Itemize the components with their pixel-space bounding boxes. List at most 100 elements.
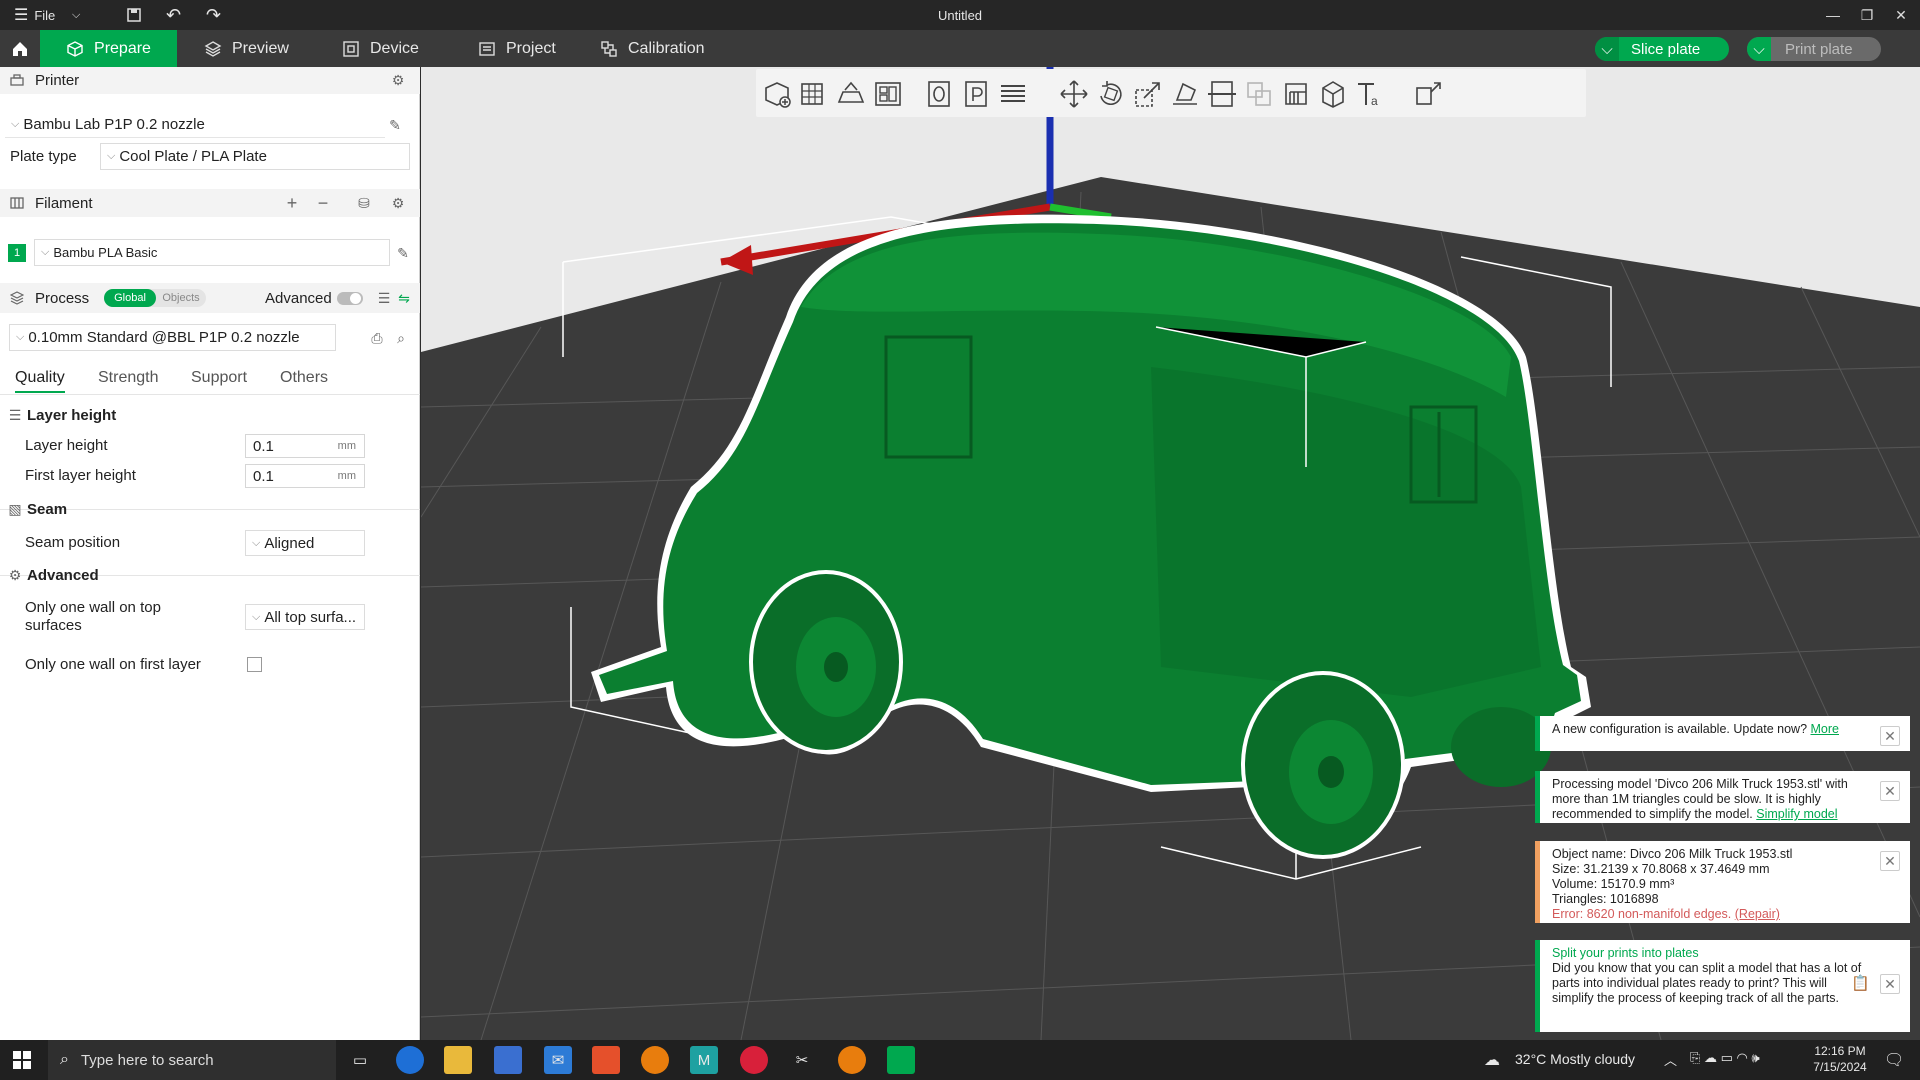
gear-icon[interactable]: ⚙ — [390, 195, 406, 211]
microsoft-store-icon[interactable] — [494, 1046, 522, 1074]
layer-height-input[interactable]: 0.1 mm — [245, 434, 365, 458]
cut-icon[interactable] — [1204, 77, 1240, 111]
bambu-studio-icon[interactable] — [887, 1046, 915, 1074]
save-preset-icon[interactable]: ⎙ — [369, 330, 385, 346]
auto-orient-icon[interactable] — [833, 77, 869, 111]
compare-icon[interactable]: ⇋ — [396, 290, 412, 306]
restore-button[interactable]: ❐ — [1850, 0, 1884, 30]
rotate-icon[interactable] — [1093, 77, 1129, 111]
close-icon[interactable]: ✕ — [1880, 851, 1900, 871]
subtab-quality[interactable]: Quality — [15, 369, 65, 393]
close-icon[interactable]: ✕ — [1880, 974, 1900, 994]
undo-icon[interactable]: ↶ — [166, 0, 181, 30]
close-icon[interactable]: ✕ — [1880, 726, 1900, 746]
simplify-model-link[interactable]: Simplify model — [1756, 807, 1837, 821]
tab-prepare[interactable]: Prepare — [40, 30, 177, 67]
3d-viewport[interactable]: a A new configuration is available. Upda… — [421, 67, 1920, 1040]
first-layer-height-input[interactable]: 0.1 mm — [245, 464, 365, 488]
text-icon[interactable]: a — [1352, 77, 1388, 111]
repair-link[interactable]: (Repair) — [1735, 907, 1780, 921]
notification-center-icon[interactable]: 🗨 — [1884, 1050, 1904, 1070]
process-preset-select[interactable]: ⌵ 0.10mm Standard @BBL P1P 0.2 nozzle — [9, 324, 336, 351]
toggle-global[interactable]: Global — [104, 289, 156, 307]
window-title: Untitled — [937, 7, 983, 23]
blender-icon-2[interactable] — [838, 1046, 866, 1074]
one-wall-top-select[interactable]: ⌵ All top surfa... — [245, 604, 365, 630]
move-icon[interactable] — [1056, 77, 1092, 111]
subtab-strength[interactable]: Strength — [98, 369, 158, 387]
add-plate-icon[interactable] — [796, 77, 832, 111]
tab-calibration[interactable]: Calibration — [600, 30, 704, 67]
config-update-more-link[interactable]: More — [1811, 722, 1839, 736]
clipboard-icon[interactable]: 📋 — [1851, 976, 1870, 991]
file-explorer-icon[interactable] — [444, 1046, 472, 1074]
home-button[interactable] — [0, 30, 40, 67]
tab-project[interactable]: Project — [478, 30, 556, 67]
tab-preview-label: Preview — [232, 39, 289, 57]
print-plate-button[interactable]: ⌵ Print plate — [1747, 37, 1881, 61]
close-button[interactable]: ✕ — [1884, 0, 1918, 30]
app-tool-icon[interactable]: ✂ — [788, 1046, 816, 1074]
lay-on-face-icon[interactable] — [1167, 77, 1203, 111]
svg-text:a: a — [1371, 94, 1378, 108]
plate-settings-icon[interactable] — [958, 77, 994, 111]
seam-paint-icon[interactable] — [1315, 77, 1351, 111]
one-wall-first-checkbox[interactable] — [247, 657, 262, 672]
scale-icon[interactable] — [1130, 77, 1166, 111]
search-placeholder: Type here to search — [80, 1051, 214, 1069]
close-icon[interactable]: ✕ — [1880, 781, 1900, 801]
notification-processing: Processing model 'Divco 206 Milk Truck 1… — [1535, 771, 1910, 823]
blender-icon[interactable] — [641, 1046, 669, 1074]
layers-icon[interactable] — [995, 77, 1031, 111]
search-icon: ⌕ — [60, 1051, 69, 1068]
tab-device[interactable]: Device — [342, 30, 419, 67]
printer-select[interactable]: ⌵ Bambu Lab P1P 0.2 nozzle — [5, 111, 385, 138]
task-view-icon[interactable]: ▭ — [346, 1046, 374, 1074]
list-icon[interactable]: ☰ — [376, 290, 392, 306]
advanced-toggle[interactable] — [337, 292, 363, 305]
toggle-objects[interactable]: Objects — [156, 289, 206, 307]
chevron-down-icon[interactable]: ⌵ — [1595, 37, 1619, 61]
gear-icon[interactable]: ⚙ — [390, 72, 406, 89]
filament-select[interactable]: ⌵ Bambu PLA Basic — [34, 239, 390, 266]
weather-text[interactable]: 32°C Mostly cloudy — [1515, 1051, 1635, 1067]
tab-preview[interactable]: Preview — [204, 30, 289, 67]
save-icon[interactable] — [126, 0, 142, 30]
app-red-icon[interactable] — [740, 1046, 768, 1074]
support-paint-icon[interactable] — [1278, 77, 1314, 111]
chevron-down-icon[interactable]: ⌵ — [72, 0, 80, 30]
app-m-icon[interactable]: M — [690, 1046, 718, 1074]
slice-plate-button[interactable]: ⌵ Slice plate — [1595, 37, 1729, 61]
edge-browser-icon[interactable] — [396, 1046, 424, 1074]
brave-browser-icon[interactable] — [592, 1046, 620, 1074]
redo-icon[interactable]: ↷ — [206, 0, 221, 30]
minimize-button[interactable]: — — [1816, 0, 1850, 30]
edit-icon[interactable]: ✎ — [387, 117, 403, 133]
arrange-icon[interactable] — [870, 77, 906, 111]
file-menu[interactable]: ☰ File — [14, 0, 55, 30]
global-objects-toggle[interactable]: Global Objects — [104, 289, 206, 307]
add-filament-icon[interactable]: + — [284, 193, 300, 213]
plate-type-select[interactable]: ⌵ Cool Plate / PLA Plate — [100, 143, 410, 170]
boolean-icon[interactable] — [1241, 77, 1277, 111]
chevron-down-icon[interactable]: ⌵ — [1747, 37, 1771, 61]
windows-start-icon[interactable] — [8, 1046, 36, 1074]
plate-icon[interactable] — [921, 77, 957, 111]
chevron-up-icon[interactable]: ︿ — [1664, 1050, 1677, 1069]
subtab-support[interactable]: Support — [191, 369, 247, 387]
tray-icons[interactable]: ⎘ ☁ ▭ ◠ 🕪 — [1690, 1050, 1760, 1066]
seam-position-select[interactable]: ⌵ Aligned — [245, 530, 365, 556]
assembly-view-icon[interactable] — [1411, 77, 1447, 111]
mail-icon[interactable]: ✉ — [544, 1046, 572, 1074]
filament-sync-icon[interactable]: ⛁ — [356, 195, 372, 211]
config-update-text: A new configuration is available. Update… — [1552, 722, 1808, 736]
filament-slot-badge[interactable]: 1 — [8, 244, 26, 262]
add-object-icon[interactable] — [759, 77, 795, 111]
search-icon[interactable]: ⌕ — [393, 330, 409, 346]
remove-filament-icon[interactable]: − — [315, 193, 331, 213]
taskbar-search-box[interactable]: ⌕ Type here to search — [48, 1040, 336, 1080]
subtab-others[interactable]: Others — [280, 369, 328, 387]
group-seam: ▧ Seam — [0, 499, 420, 519]
edit-icon[interactable]: ✎ — [395, 245, 411, 261]
clock[interactable]: 12:16 PM 7/15/2024 — [1800, 1043, 1880, 1075]
